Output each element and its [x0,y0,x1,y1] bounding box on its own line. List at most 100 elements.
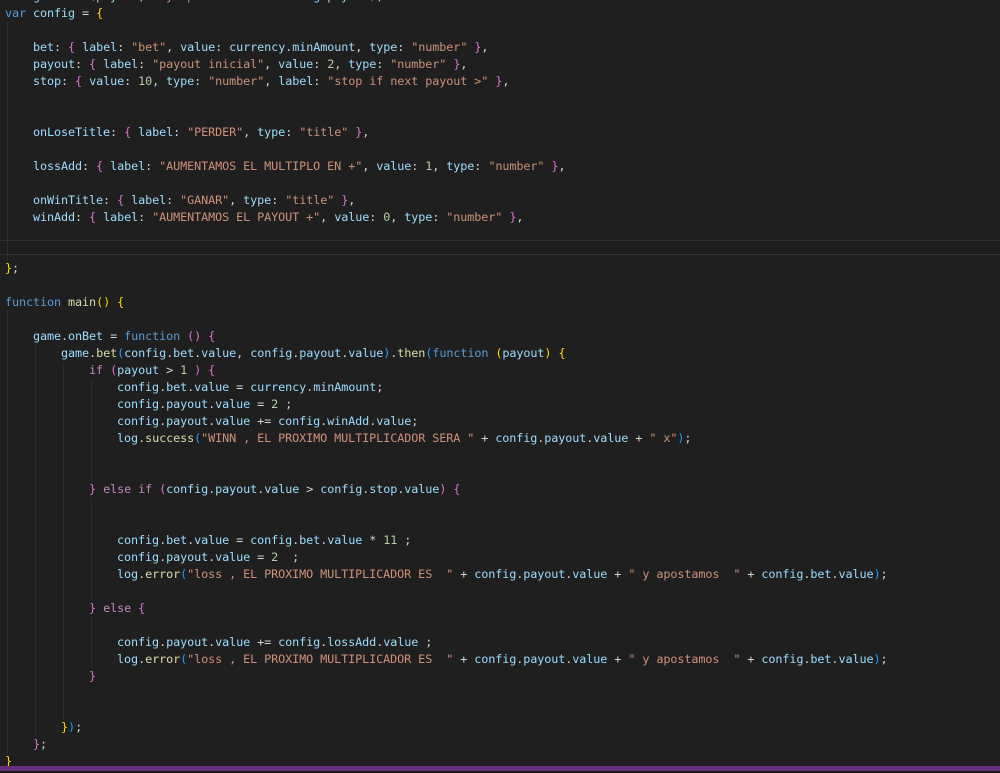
code-line[interactable] [5,464,887,481]
punctuation-token: + [453,567,474,581]
code-line[interactable] [5,702,887,719]
function-token: success [145,431,194,445]
punctuation-token: . [61,0,68,3]
code-line[interactable] [5,583,887,600]
punctuation-token: : [75,210,89,224]
code-line[interactable]: config.payout.value += config.winAdd.val… [5,413,887,430]
code-line[interactable]: winAdd: { label: "AUMENTAMOS EL PAYOUT +… [5,209,887,226]
code-line[interactable]: onWinTitle: { label: "GANAR", type: "tit… [5,192,887,209]
punctuation-token: ; [278,397,292,411]
code-line[interactable] [5,243,887,260]
code-line[interactable] [5,22,887,39]
code-line[interactable]: } else if (config.payout.value > config.… [5,481,887,498]
punctuation-token [5,125,33,139]
code-line[interactable] [5,175,887,192]
code-line[interactable] [5,515,887,532]
variable-token: lossAdd [327,635,376,649]
variable-token: bet [166,380,187,394]
punctuation-token: , [166,40,180,54]
string-token: "payout inicial" [152,57,264,71]
variable-token: config [761,567,803,581]
string-token: "number" [488,159,544,173]
code-line[interactable]: if (payout > 1 ) { [5,362,887,379]
string-token: "loss , EL PROXIMO MULTIPLICADOR ES " [187,652,453,666]
code-line[interactable]: }; [5,260,887,277]
variable-token: config [117,635,159,649]
code-line[interactable] [5,447,887,464]
code-line[interactable] [5,311,887,328]
punctuation-token: , [264,74,278,88]
punctuation-token [5,431,117,445]
punctuation-token [5,567,117,581]
punctuation-token: : [110,125,124,139]
code-line[interactable]: log.error("loss , EL PROXIMO MULTIPLICAD… [5,651,887,668]
punctuation-token [5,397,117,411]
code-line[interactable] [5,498,887,515]
punctuation-token: + [740,567,761,581]
variable-token: label [82,40,117,54]
code-line[interactable] [5,107,887,124]
variable-token: onWinTitle [33,193,103,207]
punctuation-token: ; [376,0,383,3]
punctuation-token: : [138,57,152,71]
variable-token: onLoseTitle [33,125,110,139]
variable-token: bet [810,567,831,581]
code-line[interactable]: game.onBet = function () { [5,328,887,345]
code-line[interactable]: config.bet.value = config.bet.value * 11… [5,532,887,549]
string-token: " x" [649,431,677,445]
variable-token: payout [299,346,341,360]
code-line[interactable]: var config = { [5,5,887,22]
string-token: " y apostamos " [628,567,740,581]
code-line[interactable]: stop: { value: 10, type: "number", label… [5,73,887,90]
variable-token: value [572,652,607,666]
variable-token: value [572,567,607,581]
variable-token: winAdd [327,414,369,428]
function-token: bet [68,0,89,3]
punctuation-token: , [320,210,334,224]
code-line[interactable]: config.payout.value = 2 ; [5,396,887,413]
control-keyword-token: else [103,601,131,615]
code-line[interactable]: }; [5,736,887,753]
code-line[interactable]: log.success("WINN , EL PROXIMO MULTIPLIC… [5,430,887,447]
punctuation-token: + [607,567,628,581]
code-line[interactable]: } [5,668,887,685]
code-line[interactable] [5,226,887,243]
code-line[interactable] [5,141,887,158]
code-line[interactable]: payout: { label: "payout inicial", value… [5,56,887,73]
punctuation-token: : [173,125,187,139]
code-line[interactable]: config.payout.value = 2 ; [5,549,887,566]
code-line[interactable]: config.bet.value = currency.minAmount; [5,379,887,396]
code-line[interactable]: }); [5,719,887,736]
variable-token: value [404,482,439,496]
punctuation-token: + [453,652,474,666]
variable-token: type [404,210,432,224]
variable-token: type [446,159,474,173]
code-line[interactable]: } else { [5,600,887,617]
code-editor[interactable]: game.bet(payout, " y apostamos " + confi… [5,0,887,770]
punctuation-token: , [264,57,278,71]
punctuation-token [5,533,117,547]
variable-token: currency [250,380,306,394]
variable-token: config [166,482,208,496]
code-line[interactable]: bet: { label: "bet", value: currency.min… [5,39,887,56]
code-line[interactable]: game.bet(config.bet.value, config.payout… [5,345,887,362]
punctuation-token: ; [880,567,887,581]
code-line[interactable] [5,90,887,107]
punctuation-token [96,482,103,496]
code-line[interactable]: function main() { [5,294,887,311]
bracket-token: { [138,601,145,615]
variable-token: label [131,193,166,207]
punctuation-token: : [75,57,89,71]
variable-token: value [264,482,299,496]
code-line[interactable]: lossAdd: { label: "AUMENTAMOS EL MULTIPL… [5,158,887,175]
code-line[interactable] [5,617,887,634]
punctuation-token: : [474,159,488,173]
code-line[interactable] [5,277,887,294]
code-line[interactable] [5,685,887,702]
string-token: "PERDER" [187,125,243,139]
code-line[interactable]: config.payout.value += config.lossAdd.va… [5,634,887,651]
code-line[interactable]: log.error("loss , EL PROXIMO MULTIPLICAD… [5,566,887,583]
code-line[interactable]: onLoseTitle: { label: "PERDER", type: "t… [5,124,887,141]
punctuation-token: , [516,210,523,224]
punctuation-token [103,363,110,377]
